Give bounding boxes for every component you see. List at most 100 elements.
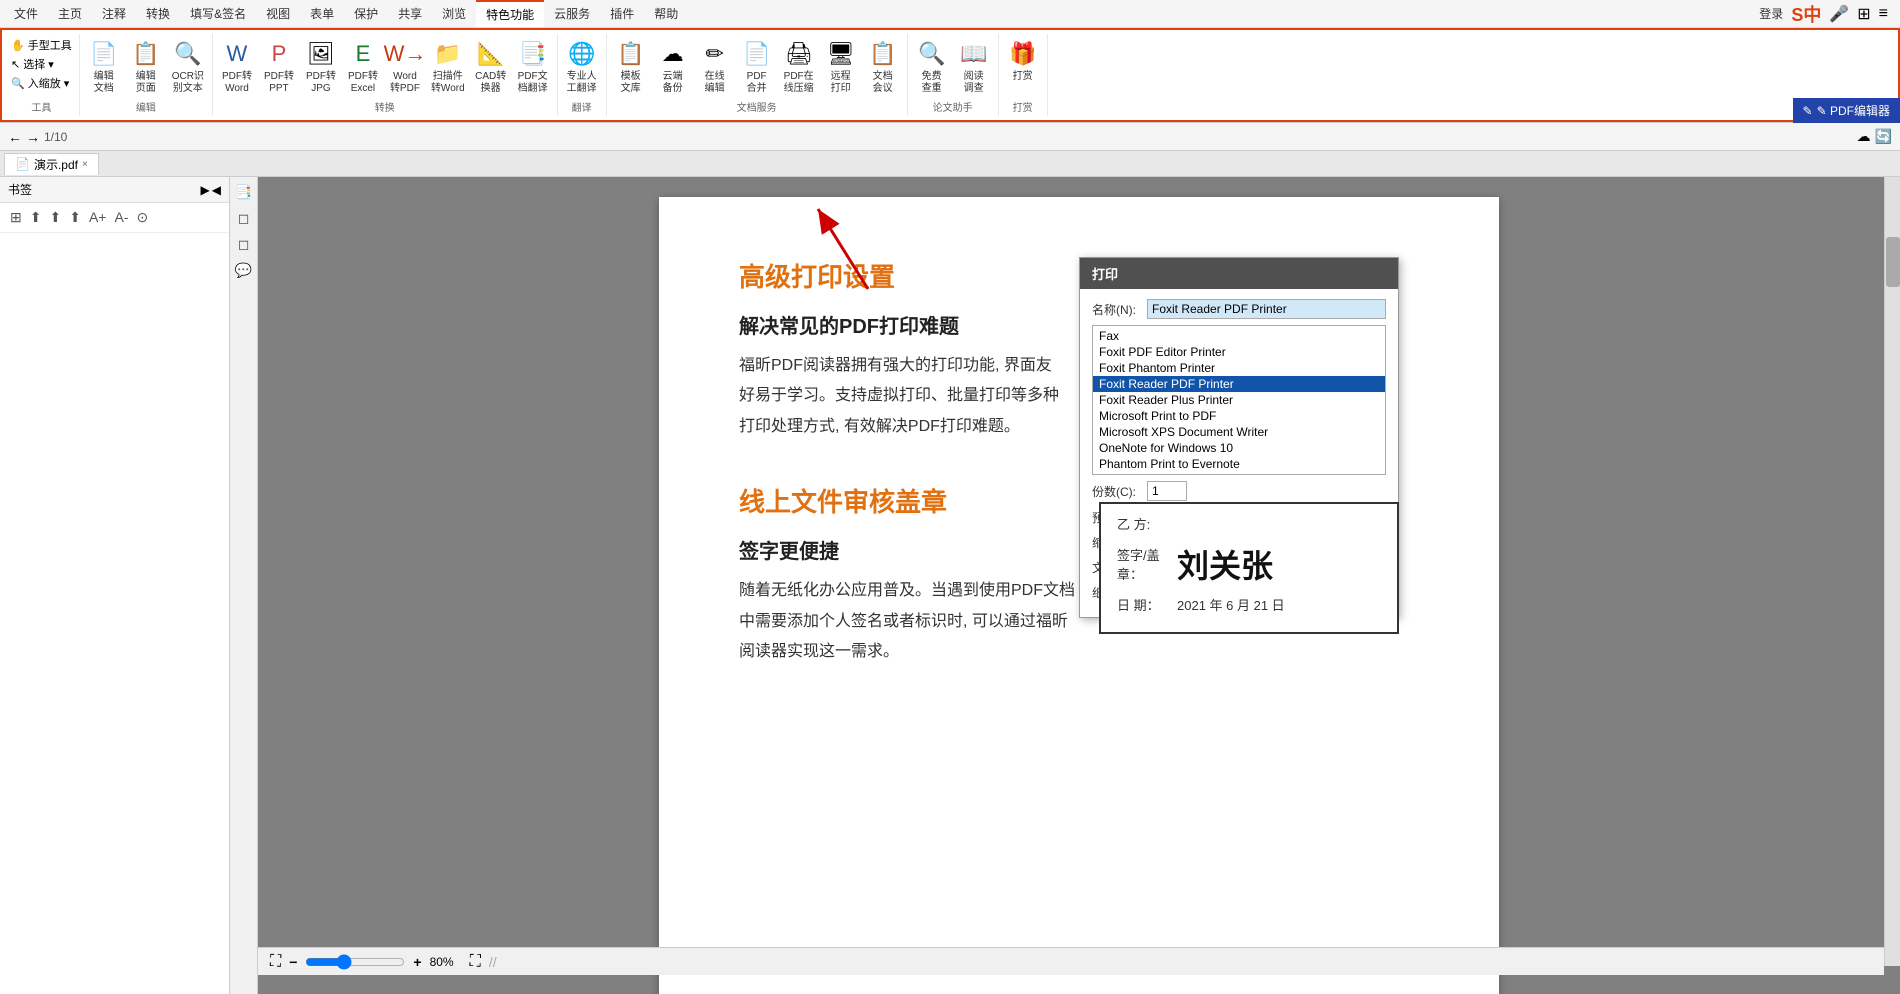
pdf-compress-btn[interactable]: 🖨 PDF在线压缩 bbox=[779, 36, 819, 97]
grid-icon[interactable]: ⊞ bbox=[1857, 4, 1870, 24]
word-to-pdf-label: Word转PDF bbox=[390, 71, 420, 95]
pdf-merge-btn[interactable]: 📄 PDF合并 bbox=[737, 36, 777, 97]
pdf-to-jpg-btn[interactable]: 🖼 PDF转JPG bbox=[301, 36, 341, 97]
word-to-pdf-btn[interactable]: W→ Word转PDF bbox=[385, 36, 425, 97]
hand-tool-btn[interactable]: ✋ 手型工具 bbox=[8, 36, 75, 54]
scrollbar-thumb[interactable] bbox=[1886, 237, 1900, 287]
printer-ms-pdf[interactable]: Microsoft Print to PDF bbox=[1093, 408, 1385, 424]
zoom-slider[interactable] bbox=[305, 954, 405, 970]
printer-phantom-evernote[interactable]: Phantom Print to Evernote bbox=[1093, 456, 1385, 472]
print-copies-input[interactable] bbox=[1147, 481, 1187, 501]
zoom-plus-btn[interactable]: + bbox=[413, 954, 421, 970]
reading-survey-btn[interactable]: 📖 阅读调查 bbox=[954, 36, 994, 97]
pdf-to-ppt-btn[interactable]: P PDF转PPT bbox=[259, 36, 299, 97]
pdf-editor-btn[interactable]: ✎ ✎ PDF编辑器 bbox=[1793, 98, 1900, 123]
tab-protect[interactable]: 保护 bbox=[344, 1, 388, 26]
sidebar-icon-up2[interactable]: ⬆ bbox=[47, 207, 63, 228]
printer-foxit-phantom[interactable]: Foxit Phantom Printer bbox=[1093, 360, 1385, 376]
ribbon-content: ✋ 手型工具 ↖ 选择 ▾ 🔍 入缩放 ▾ 工具 bbox=[0, 28, 1900, 122]
cloud-icon: ☁ bbox=[1857, 128, 1871, 145]
tab-plugin[interactable]: 插件 bbox=[600, 1, 644, 26]
icon-bar-comments[interactable]: 💬 bbox=[233, 259, 255, 281]
fit-page-icon[interactable]: ⛶ bbox=[270, 953, 281, 971]
ribbon-group-convert: W PDF转Word P PDF转PPT 🖼 PDF转JPG E PDF转Exc… bbox=[213, 34, 558, 116]
tab-share[interactable]: 共享 bbox=[388, 1, 432, 26]
nav-forward-btn[interactable]: → bbox=[26, 129, 40, 145]
mic-icon[interactable]: 🎤 bbox=[1829, 4, 1849, 24]
scan-to-word-btn[interactable]: 📁 扫描件转Word bbox=[427, 36, 469, 97]
tab-cloud[interactable]: 云服务 bbox=[544, 1, 600, 26]
doc-tab-close[interactable]: × bbox=[82, 159, 88, 170]
signature-wrapper: 乙 方: 签字/盖章： 刘关张 日 期： 2021 年 6 月 21 日 bbox=[1119, 502, 1419, 667]
hand-label: 手型工具 bbox=[28, 37, 72, 53]
pdf-to-excel-btn[interactable]: E PDF转Excel bbox=[343, 36, 383, 97]
doc-tab-demo[interactable]: 📄 演示.pdf × bbox=[4, 153, 99, 175]
tab-sign[interactable]: 填写&签名 bbox=[180, 1, 256, 26]
left-sidebar: 书签 ▶ ◀ ⊞ ⬆ ⬆ ⬆ A+ A- ⊙ bbox=[0, 177, 230, 994]
tab-view[interactable]: 视图 bbox=[256, 1, 300, 26]
cad-btn[interactable]: 📐 CAD转换器 bbox=[471, 36, 511, 97]
sig-date-value: 2021 年 6 月 21 日 bbox=[1177, 595, 1285, 614]
sidebar-icon-font-smaller[interactable]: A- bbox=[112, 207, 130, 228]
printer-foxit-reader-plus[interactable]: Foxit Reader Plus Printer bbox=[1093, 392, 1385, 408]
zoom-tool-btn[interactable]: 🔍 入缩放 ▾ bbox=[8, 74, 75, 92]
template-btn[interactable]: 📋 模板文库 bbox=[611, 36, 651, 97]
login-label[interactable]: 登录 bbox=[1759, 5, 1783, 22]
tab-file[interactable]: 文件 bbox=[4, 1, 48, 26]
select-tool-btn[interactable]: ↖ 选择 ▾ bbox=[8, 55, 75, 73]
sidebar-icon-font-bigger[interactable]: A+ bbox=[87, 207, 109, 228]
printer-ms-xps[interactable]: Microsoft XPS Document Writer bbox=[1093, 424, 1385, 440]
edit-doc-btn[interactable]: 📄 编辑文档 bbox=[84, 36, 124, 97]
select-label: 选择 ▾ bbox=[23, 56, 54, 72]
plagcheck-label: 免费查重 bbox=[922, 71, 942, 95]
pdf-translate-btn[interactable]: 📑 PDF文档翻译 bbox=[513, 36, 553, 97]
tab-home[interactable]: 主页 bbox=[48, 1, 92, 26]
doc-meeting-btn[interactable]: 📋 文档会议 bbox=[863, 36, 903, 97]
tab-form[interactable]: 表单 bbox=[300, 1, 344, 26]
nav-back-btn[interactable]: ← bbox=[8, 129, 22, 145]
sidebar-icon-up3[interactable]: ⬆ bbox=[67, 207, 83, 228]
ribbon-container: 文件 主页 注释 转换 填写&签名 视图 表单 保护 共享 浏览 特色功能 云服… bbox=[0, 0, 1900, 123]
printer-fax[interactable]: Fax bbox=[1093, 328, 1385, 344]
icon-bar-layers[interactable]: ◻ bbox=[233, 207, 255, 229]
plagcheck-icon: 🔍 bbox=[916, 38, 948, 70]
sidebar-expand-icon[interactable]: ▶ bbox=[201, 183, 210, 197]
print-dialog-title: 打印 bbox=[1080, 258, 1398, 289]
reward-btn[interactable]: 🎁 打赏 bbox=[1003, 36, 1043, 85]
menu-icon[interactable]: ≡ bbox=[1879, 5, 1888, 23]
sidebar-icon-up1[interactable]: ⬆ bbox=[28, 207, 44, 228]
tab-help[interactable]: 帮助 bbox=[644, 1, 688, 26]
tab-annotation[interactable]: 注释 bbox=[92, 1, 136, 26]
edit-page-btn[interactable]: 📋 编辑页面 bbox=[126, 36, 166, 97]
right-scrollbar[interactable] bbox=[1884, 177, 1900, 966]
tab-browse[interactable]: 浏览 bbox=[432, 1, 476, 26]
cad-icon: 📐 bbox=[475, 38, 507, 70]
expand-icon[interactable]: ⛶ bbox=[470, 953, 481, 971]
sidebar-collapse-icon[interactable]: ◀ bbox=[212, 183, 221, 197]
print-name-input[interactable] bbox=[1147, 299, 1386, 319]
pro-translate-btn[interactable]: 🌐 专业人工翻译 bbox=[562, 36, 602, 97]
online-edit-btn[interactable]: ✏ 在线编辑 bbox=[695, 36, 735, 97]
plagcheck-btn[interactable]: 🔍 免费查重 bbox=[912, 36, 952, 97]
printer-foxit-pdf-editor[interactable]: Foxit PDF Editor Printer bbox=[1093, 344, 1385, 360]
edit-group-label: 编辑 bbox=[136, 99, 156, 114]
icon-bar-pages[interactable]: ◻ bbox=[233, 233, 255, 255]
print-copies-value bbox=[1147, 481, 1386, 501]
sidebar-icon-grid[interactable]: ⊞ bbox=[8, 207, 24, 228]
printer-onenote[interactable]: OneNote for Windows 10 bbox=[1093, 440, 1385, 456]
sidebar-header: 书签 ▶ ◀ bbox=[0, 177, 229, 203]
printer-foxit-reader[interactable]: Foxit Reader PDF Printer bbox=[1093, 376, 1385, 392]
pdf-to-word-btn[interactable]: W PDF转Word bbox=[217, 36, 257, 97]
tab-convert[interactable]: 转换 bbox=[136, 1, 180, 26]
pdf-translate-icon: 📑 bbox=[517, 38, 549, 70]
section2-body: 随着无纸化办公应用普及。当遇到使用PDF文档中需要添加个人签名或者标识时, 可以… bbox=[739, 576, 1079, 667]
sidebar-icon-settings[interactable]: ⊙ bbox=[134, 207, 150, 228]
doc-meeting-label: 文档会议 bbox=[873, 71, 893, 95]
icon-bar-bookmark[interactable]: 📑 bbox=[233, 181, 255, 203]
pdf-to-ppt-label: PDF转PPT bbox=[264, 71, 294, 95]
ocr-btn[interactable]: 🔍 OCR识别文本 bbox=[168, 36, 208, 97]
zoom-minus-btn[interactable]: − bbox=[289, 954, 297, 970]
cloud-backup-btn[interactable]: ☁ 云端备份 bbox=[653, 36, 693, 97]
tab-special[interactable]: 特色功能 bbox=[476, 0, 544, 27]
remote-print-btn[interactable]: 🖥 远程打印 bbox=[821, 36, 861, 97]
